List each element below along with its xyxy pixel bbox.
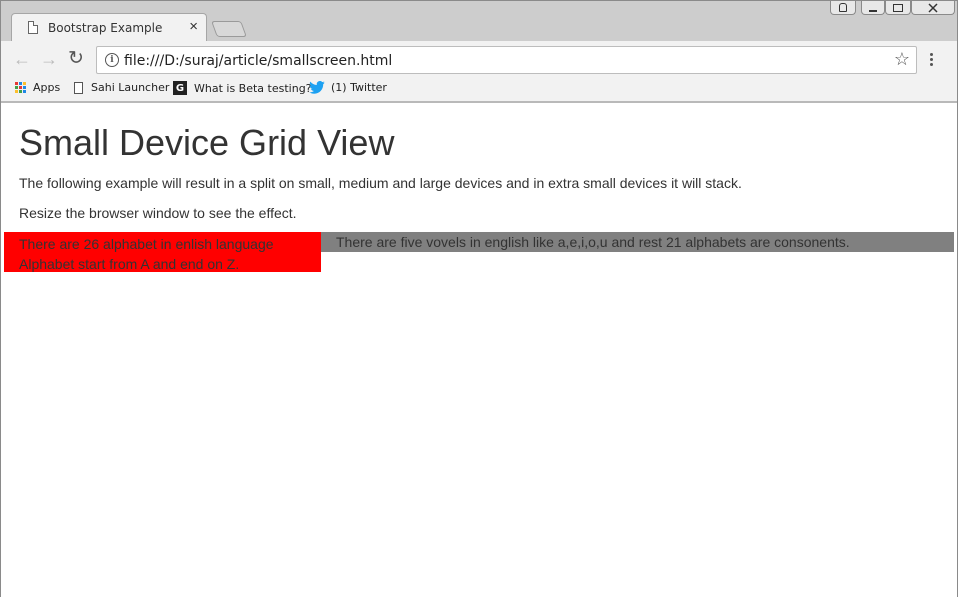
grid-column-left: There are 26 alphabet in enlish language…: [4, 232, 321, 272]
toolbar: ← → ↻ i file:///D:/suraj/article/smallsc…: [1, 41, 957, 78]
back-button[interactable]: ←: [13, 49, 31, 69]
resize-hint-paragraph: Resize the browser window to see the eff…: [19, 205, 297, 221]
twitter-icon: [309, 81, 325, 94]
bookmark-label: Apps: [33, 81, 61, 94]
bookmark-twitter[interactable]: (1) Twitter: [309, 81, 387, 94]
bookmark-apps[interactable]: Apps: [15, 81, 60, 94]
profile-button[interactable]: [830, 1, 856, 15]
g-icon: G: [173, 81, 187, 95]
bookmarks-bar: Apps Sahi Launcher G What is Beta testin…: [1, 78, 957, 102]
bookmark-label: (1) Twitter: [331, 81, 387, 94]
browser-window: Bootstrap Example × ← → ↻ i file:///D:/s…: [0, 0, 958, 597]
address-bar[interactable]: i file:///D:/suraj/article/smallscreen.h…: [96, 46, 917, 74]
kebab-menu-icon[interactable]: [930, 53, 934, 68]
column-text-line: Alphabet start from A and end on Z.: [19, 256, 240, 272]
bookmark-sahi-launcher[interactable]: Sahi Launcher: [74, 81, 169, 94]
document-icon: [28, 21, 38, 34]
bookmark-star-icon[interactable]: ☆: [894, 49, 910, 70]
forward-button[interactable]: →: [40, 49, 58, 69]
url-text[interactable]: file:///D:/suraj/article/smallscreen.htm…: [124, 53, 392, 69]
reload-button[interactable]: ↻: [68, 49, 84, 69]
tab-bootstrap-example[interactable]: Bootstrap Example ×: [11, 13, 207, 42]
bookmark-label: What is Beta testing?: [194, 81, 312, 95]
column-text-line: There are 26 alphabet in enlish language: [19, 236, 274, 252]
user-icon: [839, 3, 847, 12]
minimize-icon: [869, 8, 877, 12]
close-icon: [928, 2, 938, 13]
new-tab-button[interactable]: [211, 21, 247, 37]
bookmark-beta-testing[interactable]: G What is Beta testing?: [173, 81, 312, 95]
page-content: Small Device Grid View The following exa…: [1, 102, 957, 597]
close-window-button[interactable]: [911, 1, 955, 15]
page-icon: [74, 81, 83, 94]
info-icon[interactable]: i: [105, 53, 119, 67]
grid-column-right: There are five vovels in english like a,…: [321, 232, 954, 252]
page-title: Small Device Grid View: [19, 122, 395, 163]
tab-title: Bootstrap Example: [48, 21, 163, 35]
intro-paragraph: The following example will result in a s…: [19, 175, 742, 191]
minimize-button[interactable]: [861, 1, 885, 15]
close-tab-icon[interactable]: ×: [189, 18, 198, 36]
apps-grid-icon: [15, 82, 26, 93]
bookmark-label: Sahi Launcher: [91, 81, 170, 94]
maximize-button[interactable]: [885, 1, 911, 15]
tab-strip: Bootstrap Example ×: [1, 1, 957, 42]
maximize-icon: [893, 3, 903, 12]
